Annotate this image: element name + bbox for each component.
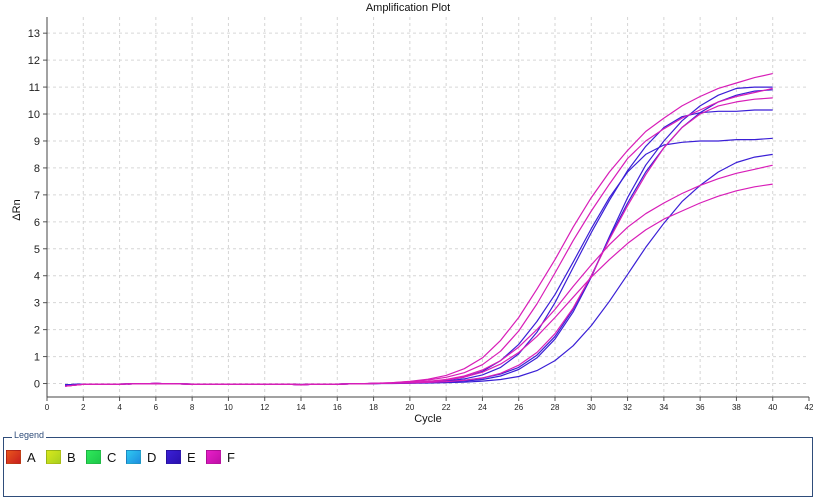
y-tick-label: 8 bbox=[34, 163, 40, 175]
x-tick-label: 20 bbox=[405, 403, 414, 412]
series-line-e-3 bbox=[65, 109, 773, 386]
legend-label: F bbox=[227, 449, 235, 465]
x-tick-label: 12 bbox=[260, 403, 269, 412]
x-tick-label: 10 bbox=[224, 403, 233, 412]
legend-item-a[interactable]: A bbox=[6, 449, 41, 465]
legend-label: D bbox=[147, 449, 157, 465]
legend-swatch bbox=[6, 450, 21, 464]
legend-swatch bbox=[206, 450, 221, 464]
x-tick-label: 36 bbox=[696, 403, 705, 412]
legend-swatch bbox=[166, 450, 181, 464]
legend-item-e[interactable]: E bbox=[166, 449, 201, 465]
chart-svg: Amplification Plot Cycle ΔRn 0 2 4 6 8 10 12 14… bbox=[11, 2, 814, 425]
x-tick-label: 0 bbox=[45, 403, 50, 412]
chart-title: Amplification Plot bbox=[366, 2, 450, 14]
legend-item-d[interactable]: D bbox=[126, 449, 161, 465]
x-tick-label: 28 bbox=[551, 403, 560, 412]
series-line-f-6 bbox=[65, 73, 773, 387]
x-tick-label: 24 bbox=[478, 403, 487, 412]
y-tick-label: 5 bbox=[34, 244, 40, 256]
series-line-e-4 bbox=[65, 137, 773, 386]
x-tick-label: 14 bbox=[297, 403, 306, 412]
series-line-f-7 bbox=[65, 87, 773, 387]
x-tick-label: 2 bbox=[81, 403, 86, 412]
series-line-e-2 bbox=[65, 86, 773, 386]
legend-label: E bbox=[187, 449, 196, 465]
series-line-e-5 bbox=[65, 153, 773, 386]
grid-lines bbox=[47, 17, 809, 397]
x-tick-label: 22 bbox=[442, 403, 451, 412]
amplification-chart: Amplification Plot Cycle ΔRn 0 2 4 6 8 10 12 14… bbox=[0, 0, 817, 430]
x-tick-label: 42 bbox=[805, 403, 814, 412]
x-tick-label: 8 bbox=[190, 403, 195, 412]
y-tick-label: 13 bbox=[28, 28, 40, 40]
y-tick-label: 6 bbox=[34, 217, 40, 229]
y-tick-label: 2 bbox=[34, 325, 40, 337]
y-tick-label: 1 bbox=[34, 352, 40, 364]
legend-panel: Legend A B C D E F bbox=[3, 430, 813, 497]
y-tick-label: 12 bbox=[28, 55, 40, 67]
legend-swatch bbox=[126, 450, 141, 464]
x-tick-label: 30 bbox=[587, 403, 596, 412]
legend-swatch bbox=[46, 450, 61, 464]
y-tick-label: 11 bbox=[29, 82, 40, 94]
x-axis-label: Cycle bbox=[414, 413, 442, 425]
x-tick-label: 26 bbox=[514, 403, 523, 412]
y-tick-label: 10 bbox=[28, 109, 40, 121]
legend-label: C bbox=[107, 449, 117, 465]
x-tick-label: 34 bbox=[659, 403, 668, 412]
legend-label: B bbox=[67, 449, 76, 465]
y-tick-label: 9 bbox=[34, 136, 40, 148]
y-axis-label: ΔRn bbox=[11, 199, 23, 220]
legend-item-b[interactable]: B bbox=[46, 449, 81, 465]
y-tick-label: 3 bbox=[34, 298, 40, 310]
legend-items: A B C D E F bbox=[6, 449, 246, 465]
x-tick-label: 6 bbox=[154, 403, 159, 412]
legend-item-f[interactable]: F bbox=[206, 449, 241, 465]
series-line-f-10 bbox=[65, 183, 773, 387]
y-tick-label: 4 bbox=[34, 271, 40, 283]
legend-item-c[interactable]: C bbox=[86, 449, 121, 465]
x-tick-label: 4 bbox=[117, 403, 122, 412]
x-tick-label: 38 bbox=[732, 403, 741, 412]
y-tick-label: 0 bbox=[34, 379, 40, 391]
legend-swatch bbox=[86, 450, 101, 464]
legend-title: Legend bbox=[12, 430, 47, 440]
x-tick-label: 16 bbox=[333, 403, 342, 412]
x-tick-label: 32 bbox=[623, 403, 632, 412]
x-tick-label: 40 bbox=[768, 403, 777, 412]
legend-label: A bbox=[27, 449, 36, 465]
y-tick-label: 7 bbox=[34, 190, 40, 202]
series-line-e-1 bbox=[65, 89, 773, 386]
x-tick-label: 18 bbox=[369, 403, 378, 412]
